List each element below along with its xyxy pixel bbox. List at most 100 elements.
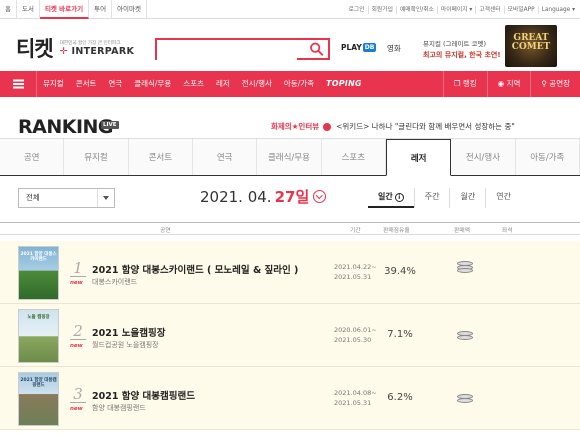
sales-share: 39.4% (384, 266, 416, 277)
col-period: 기간 (350, 228, 361, 234)
col-performance: 공연 (160, 228, 171, 234)
performance-title[interactable]: 2021 노을캠핑장 (92, 325, 165, 339)
signup-link[interactable]: 회원가입 (367, 5, 396, 14)
col-share: 판매점유율 (383, 228, 410, 234)
site-logo[interactable]: 티켓 대한민국 할인 가장 큰 인터파크 ✛ INTERPARK (16, 33, 134, 63)
nav-musical[interactable]: 뮤지컬 (37, 71, 70, 97)
table-header: 공연 기간 판매점유율 판매액 좌석 (0, 222, 580, 235)
mypage-link[interactable]: 마이페이지 ▾ (436, 5, 475, 14)
logo-interpark: ✛ INTERPARK (59, 45, 135, 57)
tab-play[interactable]: 연극 (193, 139, 258, 175)
banner-text: <위키드> 나하나 "글린다와 함께 배우면서 성장하는 중" (336, 122, 515, 131)
nav-exhibition[interactable]: 전시/행사 (236, 71, 278, 97)
playdb-link[interactable]: PLAY DB (341, 43, 377, 52)
tab-kids[interactable]: 아동/가족 (516, 139, 580, 175)
table-row[interactable]: 2021 함양 대봉스카이랜드 1 new 2021 함양 대봉스카이랜드 ( … (0, 241, 580, 304)
table-row[interactable]: 노을 캠핑장 2 new 2021 노을캠핑장 월드컵공원 노을캠핑장 2020… (0, 304, 580, 367)
sales-share: 7.1% (387, 329, 413, 340)
promo-image[interactable]: GREAT COMET (505, 25, 557, 67)
rank-number: 3 (70, 387, 86, 403)
nav-sports[interactable]: 스포츠 (177, 71, 210, 97)
tab-concert[interactable]: 콘서트 (129, 139, 193, 175)
category-tabs: 공연 뮤지컬 콘서트 연극 클래식/무용 스포츠 레저 전시/행사 아동/가족 (0, 138, 580, 176)
coin-stack-icon (457, 261, 475, 273)
site-tabs: 홈 도서 티켓 바로가기 투어 아이마켓 (0, 0, 147, 19)
nav-right: ❐ 랭킹 ◉ 지역 ⚲ 공연장 (442, 71, 580, 97)
page-title: RANKING (18, 116, 114, 138)
venue-name: 함양 대봉캠핑랜드 (92, 404, 146, 412)
nav-classic[interactable]: 클래식/무용 (128, 71, 177, 97)
pin-icon: ⚲ (541, 79, 547, 88)
venue-name: 월드컵공원 노을캠핑장 (92, 341, 159, 349)
promo-text[interactable]: 뮤지컬 (그레이트 코멧) 최고의 뮤지컬, 한국 초연! (423, 38, 503, 60)
site-tab-ticket[interactable]: 티켓 바로가기 (39, 0, 90, 19)
new-badge: new (70, 406, 83, 412)
search-icon[interactable] (309, 42, 324, 56)
poster-image[interactable]: 2021 함양 대봉캠핑랜드 (18, 372, 59, 426)
table-row[interactable]: 2021 함양 대봉캠핑랜드 3 new 2021 함양 대봉캠핑랜드 함양 대… (0, 367, 580, 430)
period-monthly[interactable]: 월간 (449, 188, 485, 208)
site-tab-home[interactable]: 홈 (0, 0, 17, 19)
site-tab-imarket[interactable]: 아이마켓 (112, 0, 147, 19)
col-seats: 좌석 (502, 228, 513, 234)
performance-title[interactable]: 2021 함양 대봉캠핑랜드 (92, 388, 195, 402)
site-tab-books[interactable]: 도서 (17, 0, 40, 19)
tab-exhibition[interactable]: 전시/행사 (451, 139, 516, 175)
logo-ticket-text: 티켓 (16, 37, 54, 61)
top-utility-bar: 홈 도서 티켓 바로가기 투어 아이마켓 로그인 회원가입 예매확인/취소 마이… (0, 0, 580, 19)
date-prefix: 2021. 04. (200, 187, 272, 206)
main-nav: 뮤지컬 콘서트 연극 클래식/무용 스포츠 레저 전시/행사 아동/가족 TOP… (0, 71, 580, 97)
bookmark-icon: ❐ (453, 79, 461, 88)
search-input[interactable] (157, 43, 297, 62)
new-badge: new (70, 343, 83, 349)
period-weekly[interactable]: 주간 (413, 188, 450, 208)
rank-number: 1 (70, 261, 86, 277)
nav-toping[interactable]: TOPING (320, 71, 368, 97)
col-sales: 판매액 (454, 228, 470, 234)
nav-play[interactable]: 연극 (102, 71, 128, 97)
coin-stack-icon (457, 331, 475, 340)
nav-venue[interactable]: ⚲ 공연장 (530, 71, 580, 97)
language-select[interactable]: Language ▾ (537, 5, 578, 14)
mobile-app-link[interactable]: 모바일APP (503, 5, 538, 14)
movie-link[interactable]: 영화 (387, 43, 401, 54)
poster-image[interactable]: 노을 캠핑장 (18, 309, 59, 363)
reservation-check-link[interactable]: 예매확인/취소 (395, 5, 437, 14)
nav-kids[interactable]: 아동/가족 (278, 71, 320, 97)
chevron-down-icon (97, 189, 114, 207)
interview-banner[interactable]: 화제의★인터뷰 <위키드> 나하나 "글린다와 함께 배우면서 성장하는 중" (271, 121, 515, 132)
banner-dot-icon (323, 122, 332, 131)
search-box (155, 38, 330, 62)
nav-ranking[interactable]: ❐ 랭킹 (442, 71, 487, 97)
calendar-dropdown-icon[interactable] (313, 190, 327, 203)
new-badge: new (70, 280, 83, 286)
tab-leisure[interactable]: 레저 (385, 139, 452, 176)
site-tab-tour[interactable]: 투어 (89, 0, 113, 19)
period-daily[interactable]: 일간 i (368, 188, 414, 208)
login-link[interactable]: 로그인 (346, 6, 368, 14)
venue-name: 대봉스카이랜드 (92, 278, 138, 286)
genre-select[interactable]: 전체 (18, 188, 115, 208)
period-tabs: 일간 i 주간 월간 연간 (368, 188, 521, 208)
rank-number: 2 (70, 324, 86, 340)
date-selector[interactable]: 2021. 04. 27일 (200, 186, 327, 207)
menu-icon[interactable] (0, 71, 37, 97)
period-yearly[interactable]: 연간 (485, 188, 521, 208)
nav-concert[interactable]: 콘서트 (70, 71, 103, 97)
performance-title[interactable]: 2021 함양 대봉스카이랜드 ( 모노레일 & 짚라인 ) (92, 262, 298, 276)
tab-performance[interactable]: 공연 (0, 139, 65, 175)
banner-brand: 화제의★인터뷰 (271, 122, 320, 131)
live-badge: LIVE (101, 121, 119, 129)
nav-region[interactable]: ◉ 지역 (486, 71, 531, 97)
top-links: 로그인 회원가입 예매확인/취소 마이페이지 ▾ 고객센터 모바일APP Lan… (346, 0, 578, 19)
date-day: 27일 (274, 188, 310, 206)
logo-star-icon: ✛ (59, 45, 68, 57)
coin-stack-icon (457, 394, 475, 403)
tab-classic[interactable]: 클래식/무용 (257, 139, 322, 175)
tab-musical[interactable]: 뮤지컬 (64, 139, 129, 175)
nav-leisure[interactable]: 레저 (210, 71, 236, 97)
tab-sports[interactable]: 스포츠 (322, 139, 386, 175)
customer-center-link[interactable]: 고객센터 (475, 5, 503, 14)
poster-image[interactable]: 2021 함양 대봉스카이랜드 (18, 246, 59, 300)
info-icon[interactable]: i (394, 192, 404, 202)
